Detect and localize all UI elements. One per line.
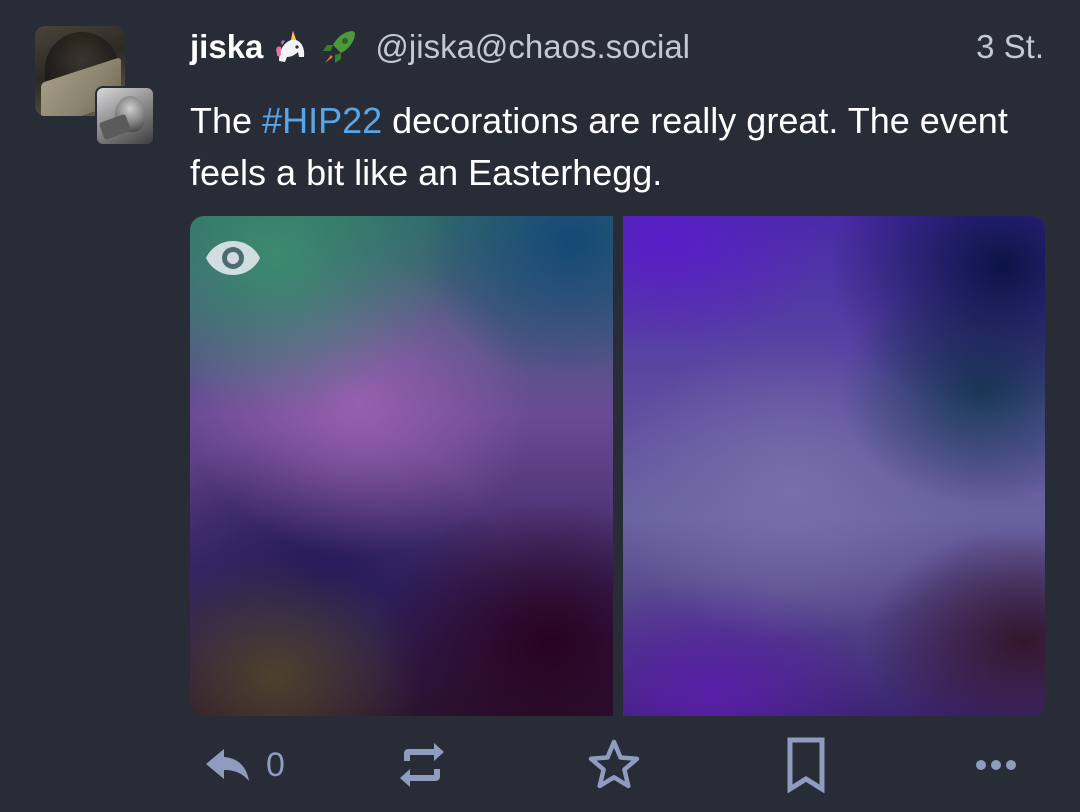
favourite-button[interactable] xyxy=(586,732,642,798)
more-options-button[interactable] xyxy=(974,732,1018,798)
status-post: jiska @jiska@chaos.social 3 St. The #HIP… xyxy=(0,0,1080,812)
status-action-bar: 0 xyxy=(190,732,1045,798)
bookmark-button[interactable] xyxy=(784,732,828,798)
blurred-preview-2 xyxy=(622,216,1045,716)
eye-icon[interactable] xyxy=(204,238,262,278)
blurred-preview-1 xyxy=(190,216,613,716)
status-timestamp[interactable]: 3 St. xyxy=(976,28,1044,66)
bookmark-icon xyxy=(784,737,828,793)
status-content: The #HIP22 decorations are really great.… xyxy=(190,95,1050,199)
author-display-name[interactable]: jiska xyxy=(190,28,263,66)
content-text-1: The xyxy=(190,100,263,141)
hashtag-link[interactable]: #HIP22 xyxy=(262,100,382,141)
booster-avatar[interactable] xyxy=(95,86,155,146)
boost-button[interactable] xyxy=(396,732,448,798)
author-account-handle[interactable]: @jiska@chaos.social xyxy=(375,28,966,66)
reply-button[interactable]: 0 xyxy=(204,732,285,798)
rocket-emoji xyxy=(319,27,359,67)
unicorn-emoji xyxy=(271,27,311,67)
star-icon xyxy=(586,738,642,792)
avatar-device-shape xyxy=(98,113,132,141)
boost-icon xyxy=(396,739,448,791)
status-header: jiska @jiska@chaos.social 3 St. xyxy=(190,24,1044,70)
more-icon xyxy=(974,757,1018,773)
media-item-1[interactable] xyxy=(190,216,613,716)
reply-count: 0 xyxy=(266,745,285,784)
media-gallery xyxy=(190,216,1045,716)
reply-icon xyxy=(204,745,252,785)
media-item-2[interactable] xyxy=(622,216,1045,716)
